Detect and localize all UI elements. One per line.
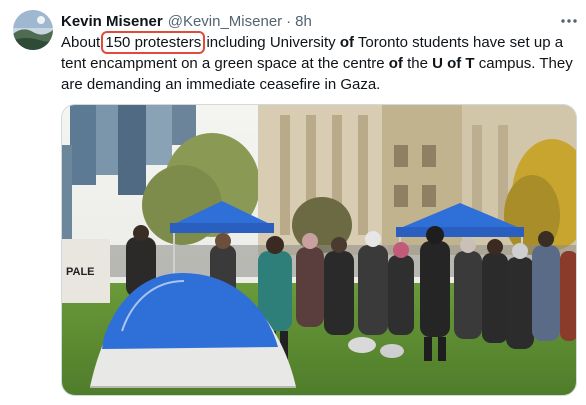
author-handle[interactable]: @Kevin_Misener [168, 13, 282, 30]
text-segment: tent encampment on a green space at the … [61, 55, 385, 72]
text-segment: the [407, 55, 428, 72]
more-options-icon[interactable] [556, 9, 582, 33]
bold-word: U of T [432, 55, 475, 72]
tweet-photo[interactable]: PALE [61, 104, 577, 396]
profile-avatar[interactable] [13, 10, 53, 50]
author-name[interactable]: Kevin Misener [61, 13, 163, 30]
tweet-timestamp[interactable]: 8h [295, 13, 312, 30]
text-segment: campus. They [478, 55, 573, 72]
text-segment: About [61, 34, 101, 51]
separator-dot: · [286, 12, 292, 30]
text-segment: are demanding an immediate ceasefire in … [61, 76, 381, 93]
text-segment: Toronto students have set up a [357, 34, 564, 51]
tweet-line-2: tent encampment on a green space at the … [61, 53, 579, 74]
bold-word: of [339, 34, 355, 51]
tweet-line-1: About 150 protesters including Universit… [61, 31, 579, 54]
highlighted-phrase: 150 protesters [101, 31, 206, 54]
sign-text: PALE [66, 266, 95, 278]
text-segment: including University [206, 34, 336, 51]
tweet-text: About 150 protesters including Universit… [61, 31, 579, 95]
tweet-line-3: are demanding an immediate ceasefire in … [61, 74, 579, 95]
bold-word: of [388, 55, 403, 72]
tweet-header: Kevin Misener @Kevin_Misener · 8h [61, 10, 312, 32]
